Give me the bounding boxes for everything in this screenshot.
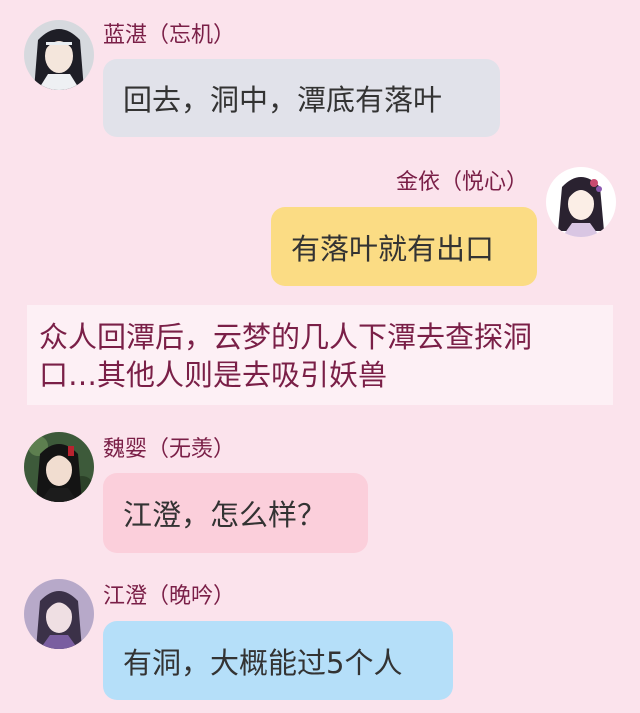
wei-ying-avatar[interactable]: [24, 432, 94, 502]
sender-name: 蓝湛（忘机）: [103, 23, 236, 48]
sender-name: 魏婴（无羡）: [103, 437, 236, 462]
narration-box: 众人回潭后，云梦的几人下潭去查探洞 口…其他人则是去吸引妖兽: [27, 305, 613, 405]
jin-yi-avatar[interactable]: [546, 167, 616, 237]
message-text: 有落叶就有出口: [291, 231, 495, 266]
jiang-cheng-avatar[interactable]: [24, 579, 94, 649]
message-bubble: 有洞，大概能过5个人: [103, 621, 453, 700]
message-text: 回去，洞中，潭底有落叶: [123, 83, 443, 117]
message-bubble: 回去，洞中，潭底有落叶: [103, 59, 500, 137]
sender-name: 江澄（晚吟）: [103, 584, 236, 609]
narration-line: 众人回潭后，云梦的几人下潭去查探洞: [39, 320, 533, 354]
narration-line: 口…其他人则是去吸引妖兽: [39, 358, 388, 392]
sender-name: 金依（悦心）: [395, 170, 528, 195]
message-text: 江澄，怎么样？: [123, 498, 327, 532]
message-text: 有洞，大概能过5个人: [123, 645, 403, 680]
message-bubble: 江澄，怎么样？: [103, 473, 368, 553]
lan-zhan-avatar[interactable]: [24, 20, 94, 90]
message-bubble: 有落叶就有出口: [271, 207, 537, 286]
